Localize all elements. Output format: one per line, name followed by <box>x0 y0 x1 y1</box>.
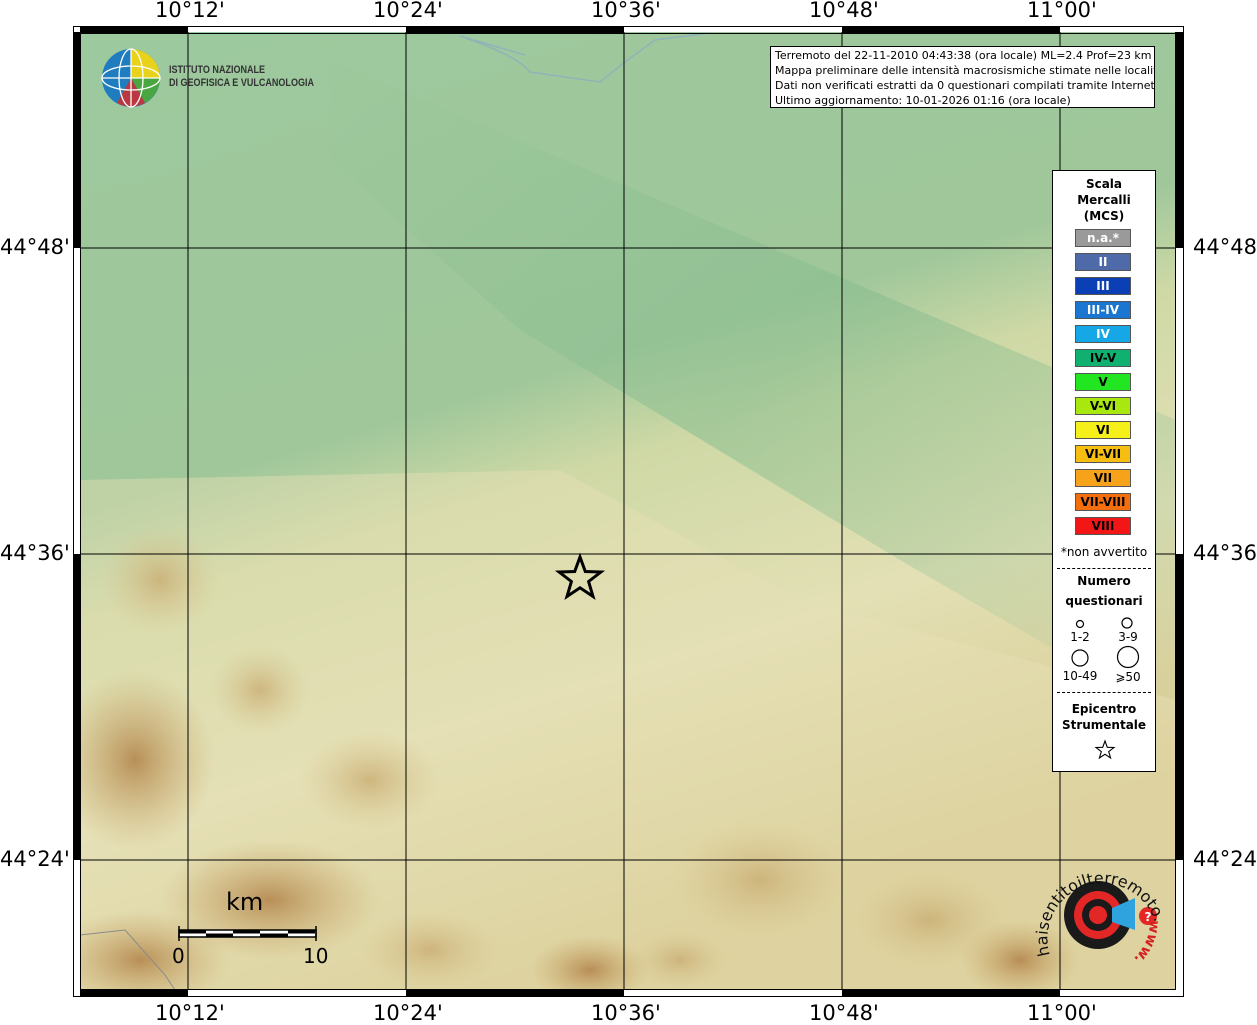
lon-label-bottom-4: 10°48' <box>809 1001 879 1025</box>
scale-bar-end: 10 <box>303 944 329 968</box>
legend-separator-2 <box>1057 692 1151 693</box>
lon-label-top-5: 11°00' <box>1027 0 1097 22</box>
event-info-line3: Dati non verificati estratti da 0 questi… <box>775 79 1155 92</box>
mcs-scale-item: IV <box>1075 325 1131 343</box>
mcs-scale-item: VII <box>1075 469 1131 487</box>
legend-note: *non avvertito <box>1060 545 1148 559</box>
lat-label-left-3: 44°24' <box>0 847 70 871</box>
legend-title-line2: Mercalli <box>1077 193 1131 207</box>
count-circle-10-49 <box>1071 649 1089 667</box>
epicenter-title-line1: Epicentro <box>1071 702 1137 716</box>
epicenter-title-line2: Strumentale <box>1061 718 1147 732</box>
mcs-scale-item: III-IV <box>1075 301 1131 319</box>
mcs-scale-item: VII-VIII <box>1075 493 1131 511</box>
count-title-line1: Numero <box>1077 574 1131 588</box>
lon-label-bottom-2: 10°24' <box>373 1001 443 1025</box>
mcs-scale-item: V-VI <box>1075 397 1131 415</box>
terrain-relief <box>80 32 1176 990</box>
lat-label-left-2: 44°36' <box>0 541 70 565</box>
count-label-1: 1-2 <box>1070 630 1090 644</box>
event-info-line2: Mappa preliminare delle intensità macros… <box>775 64 1155 77</box>
legend-panel: Scala Mercalli (MCS) n.a.* II III III-IV IV I… <box>1052 170 1156 772</box>
event-info-line4: Ultimo aggiornamento: 10-01-2026 01:16 (… <box>775 94 1071 107</box>
lat-label-right-3: 44°24' <box>1193 847 1257 871</box>
ingv-logo-icon <box>101 48 161 108</box>
mcs-scale-item: VIII <box>1075 517 1131 535</box>
legend-title-line3: (MCS) <box>1083 209 1125 223</box>
count-label-4: ⩾50 <box>1115 670 1141 684</box>
lon-label-bottom-3: 10°36' <box>591 1001 661 1025</box>
scale-bar-unit: km <box>226 888 264 916</box>
lon-label-top-3: 10°36' <box>591 0 661 22</box>
haisentito-watermark: haisentitoilterremoto.it www. <box>1030 850 1169 967</box>
mcs-scale-item: II <box>1075 253 1131 271</box>
mcs-scale-item: VI <box>1075 421 1131 439</box>
lon-label-top-1: 10°12' <box>155 0 225 22</box>
watermark-prefix: www. <box>1131 919 1163 967</box>
mcs-scale-item: VI-VII <box>1075 445 1131 463</box>
count-title-line2: questionari <box>1065 594 1143 608</box>
count-circle-3-9 <box>1121 617 1133 629</box>
event-info-line1: Terremoto del 22-11-2010 04:43:38 (ora l… <box>775 49 1152 62</box>
lon-label-top-4: 10°48' <box>809 0 879 22</box>
mcs-scale-item: IV-V <box>1075 349 1131 367</box>
lat-label-right-1: 44°48' <box>1193 235 1257 259</box>
legend-separator-1 <box>1057 568 1151 569</box>
count-label-3: 10-49 <box>1062 669 1098 683</box>
event-info-box: Terremoto del 22-11-2010 04:43:38 (ora l… <box>770 46 1155 108</box>
mcs-scale-item: III <box>1075 277 1131 295</box>
mcs-scale-item: V <box>1075 373 1131 391</box>
legend-epicenter-star-icon <box>1094 739 1116 760</box>
legend-title: Scala Mercalli (MCS) <box>1053 176 1155 224</box>
mcs-scale-item: n.a.* <box>1075 229 1131 247</box>
ingv-logo-text: ISTITUTO NAZIONALE DI GEOFISICA E VULCAN… <box>169 64 314 90</box>
ingv-logo-line1: ISTITUTO NAZIONALE <box>169 64 266 76</box>
legend-title-line1: Scala <box>1085 177 1123 191</box>
count-circle-50 <box>1116 645 1140 669</box>
count-circle-1-2 <box>1075 619 1085 629</box>
lon-label-bottom-1: 10°12' <box>155 1001 225 1025</box>
lon-label-top-2: 10°24' <box>373 0 443 22</box>
lon-label-bottom-5: 11°00' <box>1027 1001 1097 1025</box>
ingv-logo-line2: DI GEOFISICA E VULCANOLOGIA <box>169 77 314 89</box>
lat-label-right-2: 44°36' <box>1193 541 1257 565</box>
count-label-2: 3-9 <box>1118 630 1138 644</box>
lat-label-left-1: 44°48' <box>0 235 70 259</box>
scale-bar-start: 0 <box>172 944 185 968</box>
